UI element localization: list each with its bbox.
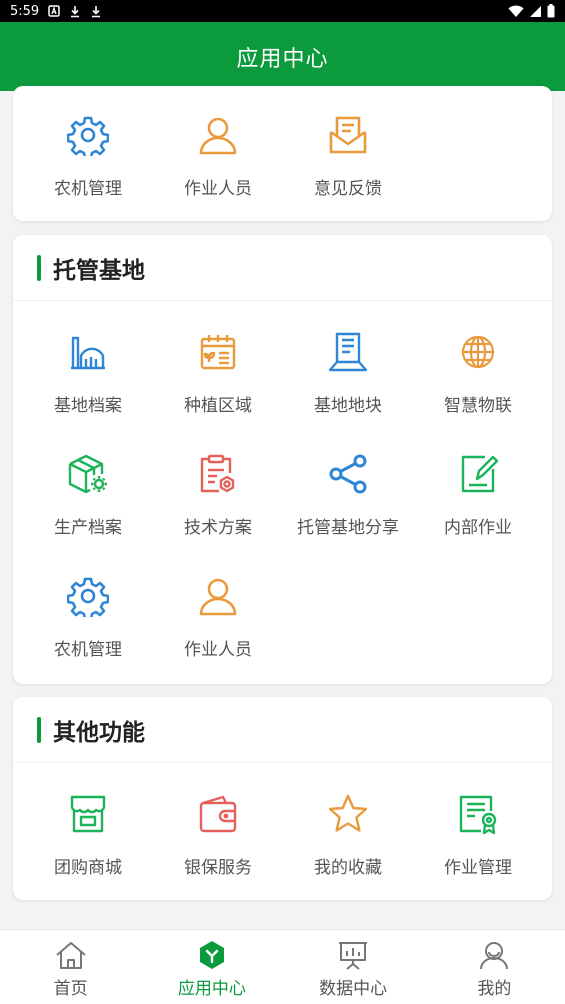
notification-a-icon xyxy=(48,5,60,17)
status-bar: 5:59 xyxy=(0,0,565,22)
other-functions-card: 其他功能 团购商城 银保服务 我的收藏 作业管理 xyxy=(13,697,552,900)
app-item-label: 种植区域 xyxy=(184,396,252,416)
app-item-label: 基地档案 xyxy=(54,396,122,416)
factory-icon xyxy=(65,329,111,375)
section-accent-bar xyxy=(37,716,41,743)
app-item-label: 农机管理 xyxy=(54,179,122,199)
section-title: 托管基地 xyxy=(53,257,145,284)
app-item-label: 基地地块 xyxy=(314,396,382,416)
app-item-label: 作业管理 xyxy=(444,858,512,878)
user-icon xyxy=(480,942,509,970)
app-item-feedback[interactable]: 意见反馈 xyxy=(283,86,413,208)
app-item-planting-area[interactable]: 种植区域 xyxy=(153,301,283,423)
app-item-machinery-management[interactable]: 农机管理 xyxy=(23,86,153,208)
page-title: 应用中心 xyxy=(236,46,329,72)
tab-mine[interactable]: 我的 xyxy=(424,930,565,1004)
app-item-machinery-management[interactable]: 农机管理 xyxy=(23,545,153,667)
edit-icon xyxy=(455,451,501,497)
app-item-bank-insurance[interactable]: 银保服务 xyxy=(153,763,283,885)
wifi-icon xyxy=(508,5,524,17)
home-icon xyxy=(55,942,86,969)
app-item-label: 内部作业 xyxy=(444,518,512,538)
calendar-plant-icon xyxy=(195,329,241,375)
tab-home[interactable]: 首页 xyxy=(0,930,141,1004)
certificate-icon xyxy=(455,791,501,837)
wallet-icon xyxy=(195,791,241,837)
tab-label: 数据中心 xyxy=(319,979,388,999)
tab-label: 首页 xyxy=(53,979,88,999)
tab-label: 我的 xyxy=(477,979,512,999)
app-item-label: 银保服务 xyxy=(184,858,252,878)
globe-icon xyxy=(455,329,501,375)
document-stand-icon xyxy=(325,329,371,375)
section-header: 其他功能 xyxy=(13,697,552,763)
person-icon xyxy=(195,573,241,619)
app-item-share-base[interactable]: 托管基地分享 xyxy=(283,423,413,545)
app-item-base-archive[interactable]: 基地档案 xyxy=(23,301,153,423)
app-item-internal-work[interactable]: 内部作业 xyxy=(413,423,543,545)
hosting-base-card: 托管基地 基地档案 种植区域 基地地块 智慧物联 生产档案 技术方案 托管基地分… xyxy=(13,235,552,684)
tab-app-center[interactable]: 应用中心 xyxy=(141,930,282,1004)
presentation-icon xyxy=(339,942,368,970)
section-title: 其他功能 xyxy=(53,719,145,746)
section-header: 托管基地 xyxy=(13,235,552,301)
feedback-envelope-icon xyxy=(325,112,371,158)
box-gear-icon xyxy=(65,451,111,497)
download-icon xyxy=(71,5,80,17)
top-section-card: 农机管理 作业人员 意见反馈 xyxy=(13,86,552,221)
app-item-label: 作业人员 xyxy=(184,640,252,660)
app-item-label: 农机管理 xyxy=(54,640,122,660)
star-icon xyxy=(325,791,371,837)
status-time: 5:59 xyxy=(10,3,40,19)
app-item-label: 技术方案 xyxy=(184,518,252,538)
clipboard-gear-icon xyxy=(195,451,241,497)
app-item-label: 生产档案 xyxy=(54,518,122,538)
app-item-label: 意见反馈 xyxy=(314,179,382,199)
app-item-production-archive[interactable]: 生产档案 xyxy=(23,423,153,545)
app-bar: 应用中心 xyxy=(0,22,565,91)
app-item-label: 智慧物联 xyxy=(444,396,512,416)
app-item-group-buy-mall[interactable]: 团购商城 xyxy=(23,763,153,885)
app-item-label: 团购商城 xyxy=(54,858,122,878)
app-item-base-plot[interactable]: 基地地块 xyxy=(283,301,413,423)
app-center-icon xyxy=(199,941,224,969)
bottom-tab-bar: 首页 应用中心 数据中心 我的 xyxy=(0,929,565,1004)
app-item-label: 托管基地分享 xyxy=(297,518,399,538)
app-item-operators[interactable]: 作业人员 xyxy=(153,545,283,667)
app-item-smart-iot[interactable]: 智慧物联 xyxy=(413,301,543,423)
person-icon xyxy=(195,112,241,158)
app-item-operators[interactable]: 作业人员 xyxy=(153,86,283,208)
gear-icon xyxy=(65,112,111,158)
app-item-label: 作业人员 xyxy=(184,179,252,199)
tab-label: 应用中心 xyxy=(177,979,246,999)
section-accent-bar xyxy=(37,254,41,281)
app-item-technical-plan[interactable]: 技术方案 xyxy=(153,423,283,545)
battery-icon xyxy=(547,4,555,18)
app-item-my-favorites[interactable]: 我的收藏 xyxy=(283,763,413,885)
app-item-label: 我的收藏 xyxy=(314,858,382,878)
share-icon xyxy=(325,451,371,497)
tab-data-center[interactable]: 数据中心 xyxy=(283,930,424,1004)
store-icon xyxy=(65,791,111,837)
app-item-work-management[interactable]: 作业管理 xyxy=(413,763,543,885)
gear-icon xyxy=(65,573,111,619)
signal-icon xyxy=(530,5,541,17)
download-icon xyxy=(92,5,101,17)
